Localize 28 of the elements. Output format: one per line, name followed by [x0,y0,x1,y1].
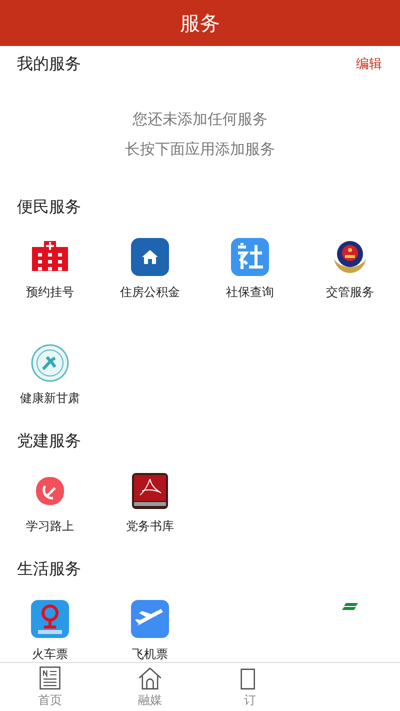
section-title: 生活服务 [17,558,81,580]
pdf-book-icon[interactable] [130,471,170,511]
tab[interactable]: 首页 [0,663,100,711]
service-label[interactable]: 党务书库 [126,518,174,535]
railway-icon[interactable] [30,599,70,639]
tab[interactable]: 订 [200,663,300,711]
section-title: 便民服务 [17,196,81,218]
empty-message: 您还未添加任何服务 [132,110,268,129]
page-title: 服务 [180,10,220,36]
service-label[interactable]: 住房公积金 [120,284,180,301]
stripe-logo-icon[interactable] [340,603,360,611]
service-label[interactable]: 预约挂号 [26,284,74,301]
home-icon [137,665,163,691]
social-security-icon[interactable] [230,237,270,277]
empty-message: 长按下面应用添加服务 [125,140,275,159]
service-label[interactable]: 火车票 [32,646,68,662]
airplane-icon[interactable] [130,599,170,639]
service-label[interactable]: 健康新甘肃 [20,390,80,407]
newspaper-icon [37,665,63,691]
service-label[interactable]: 社保查询 [226,284,274,301]
edit-link[interactable]: 编辑 [356,55,382,73]
section-title: 党建服务 [17,430,81,452]
tab[interactable]: 融媒 [100,663,200,711]
service-label[interactable]: 学习路上 [26,518,74,535]
house-icon[interactable] [130,237,170,277]
section-title: 我的服务 [17,54,81,74]
service-label[interactable]: 交管服务 [326,284,374,301]
service-label[interactable]: 飞机票 [132,646,168,662]
